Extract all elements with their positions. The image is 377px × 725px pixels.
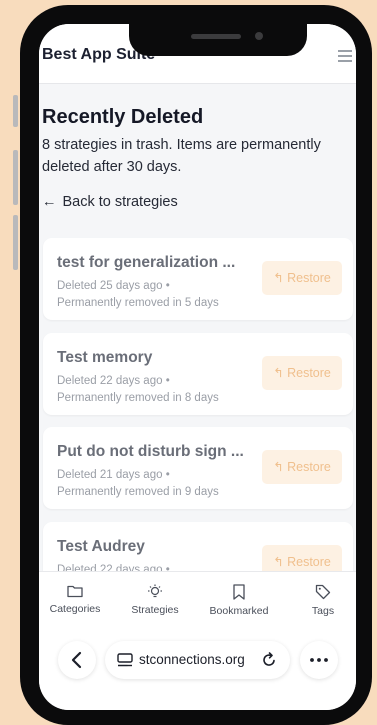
item-title: Test Audrey [57, 538, 145, 555]
speaker-icon [191, 34, 241, 39]
bottom-tab-bar: Categories Strategies Bookmarked Tags st… [39, 571, 356, 710]
item-title: test for generalization ... [57, 254, 236, 271]
removal-countdown: Permanently removed in 8 days [57, 392, 219, 404]
restore-button[interactable]: ↰ Restore [262, 545, 342, 571]
volume-down-button [13, 215, 18, 270]
url-bar[interactable]: stconnections.org [105, 641, 290, 679]
item-title: Test memory [57, 349, 153, 366]
tab-label: Bookmarked [209, 605, 269, 617]
item-title: Put do not disturb sign ... [57, 443, 244, 460]
screen: Best App Suite Recently Deleted 8 strate… [39, 24, 356, 710]
tab-categories[interactable]: Categories [39, 572, 115, 622]
reload-icon[interactable] [261, 652, 277, 668]
deleted-item-card: Test memory Deleted 22 days ago • Perman… [43, 333, 353, 415]
undo-icon: ↰ [273, 555, 284, 569]
browser-toolbar: stconnections.org [39, 635, 356, 691]
tag-icon [315, 584, 331, 600]
browser-more-button[interactable] [300, 641, 338, 679]
tab-overview-icon [117, 653, 133, 667]
mute-switch [13, 95, 18, 127]
deleted-ago: Deleted 25 days ago • [57, 280, 170, 292]
hamburger-menu-icon[interactable] [338, 50, 352, 62]
lightbulb-icon [148, 584, 162, 598]
back-link-label: Back to strategies [62, 194, 178, 210]
deleted-item-card: test for generalization ... Deleted 25 d… [43, 238, 353, 320]
more-horizontal-icon [310, 658, 328, 662]
restore-button[interactable]: ↰ Restore [262, 356, 342, 390]
item-meta: Deleted 21 days ago • Permanently remove… [57, 467, 219, 501]
removal-countdown: Permanently removed in 9 days [57, 486, 219, 498]
tab-label: Tags [311, 605, 335, 617]
bookmark-icon [233, 584, 245, 600]
undo-icon: ↰ [273, 460, 284, 474]
phone-notch [129, 24, 307, 56]
undo-icon: ↰ [273, 271, 284, 285]
restore-button[interactable]: ↰ Restore [262, 261, 342, 295]
phone-frame: Best App Suite Recently Deleted 8 strate… [20, 5, 372, 725]
volume-up-button [13, 150, 18, 205]
page-title: Recently Deleted [42, 106, 204, 128]
tab-strategies[interactable]: Strategies [115, 572, 195, 622]
deleted-ago: Deleted 22 days ago • [57, 375, 170, 387]
deleted-ago: Deleted 22 days ago • [57, 564, 170, 571]
folder-icon [67, 585, 83, 598]
deleted-ago: Deleted 21 days ago • [57, 469, 170, 481]
browser-back-button[interactable] [58, 641, 96, 679]
item-meta: Deleted 22 days ago • Permanently remove… [57, 373, 219, 407]
url-text: stconnections.org [139, 652, 245, 667]
camera-icon [255, 32, 263, 40]
deleted-item-card: Test Audrey Deleted 22 days ago • ↰ Rest… [43, 522, 353, 571]
back-to-strategies-link[interactable]: ← Back to strategies [42, 194, 178, 210]
main-content: Recently Deleted 8 strategies in trash. … [39, 84, 356, 571]
deleted-item-card: Put do not disturb sign ... Deleted 21 d… [43, 427, 353, 509]
chevron-left-icon [71, 651, 82, 669]
tab-label: Strategies [131, 604, 179, 616]
item-meta: Deleted 22 days ago • [57, 562, 170, 571]
restore-button[interactable]: ↰ Restore [262, 450, 342, 484]
tab-label: Categories [49, 603, 101, 615]
undo-icon: ↰ [273, 366, 284, 380]
tab-bookmarked[interactable]: Bookmarked [199, 572, 279, 622]
arrow-left-icon: ← [42, 194, 57, 210]
item-meta: Deleted 25 days ago • Permanently remove… [57, 278, 219, 312]
removal-countdown: Permanently removed in 5 days [57, 297, 219, 309]
tab-tags[interactable]: Tags [283, 572, 356, 622]
page-subtitle: 8 strategies in trash. Items are permane… [42, 137, 321, 175]
